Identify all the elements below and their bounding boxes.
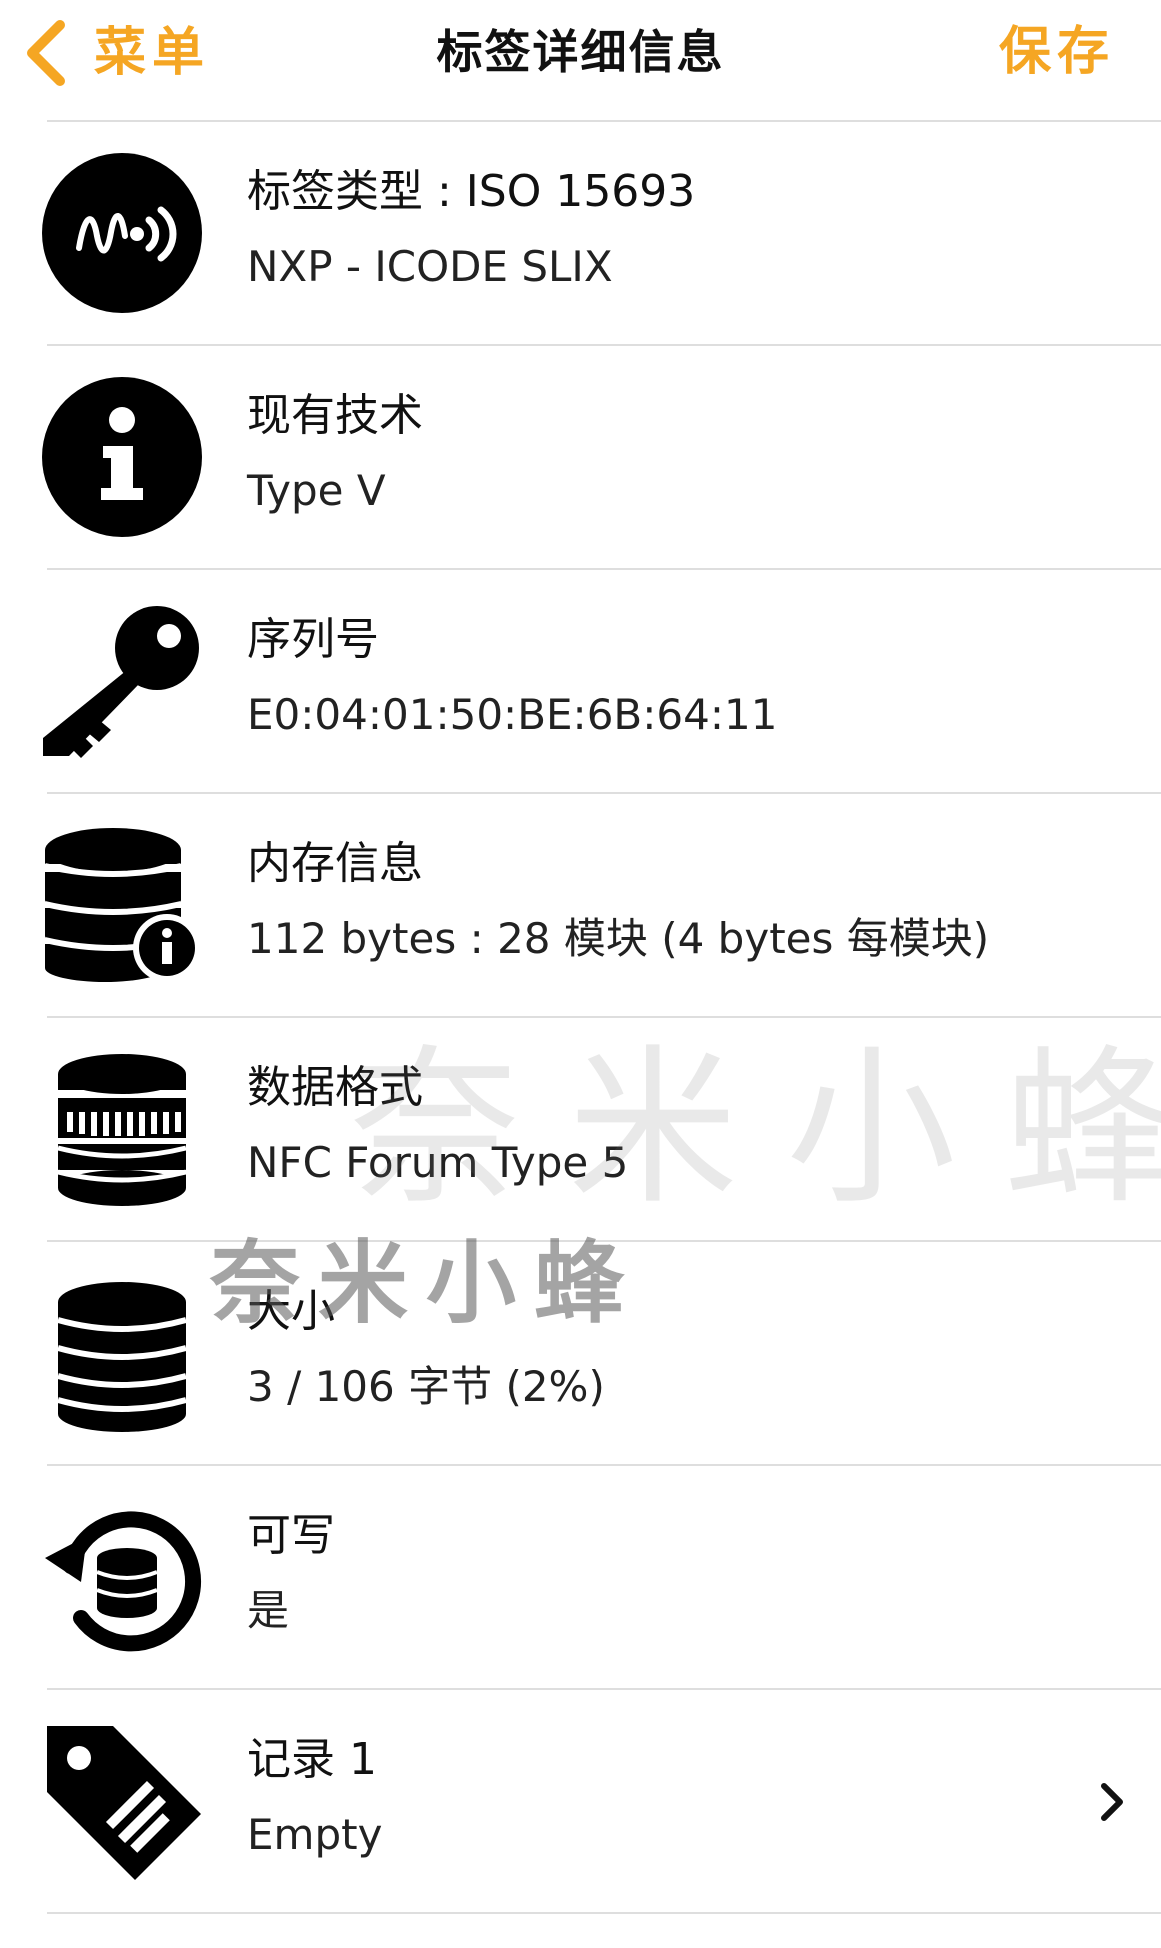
row-title: 序列号: [247, 614, 379, 665]
row-title: 可写: [247, 1510, 335, 1561]
nfc-tag-icon: [41, 152, 203, 314]
database-icon: [41, 1272, 203, 1434]
row-memory-info[interactable]: 内存信息 112 bytes : 28 模块 (4 bytes 每模块): [44, 794, 1161, 1018]
row-value: 3 / 106 字节 (2%): [247, 1362, 605, 1411]
tag-details-list: 标签类型 : ISO 15693 NXP - ICODE SLIX 现有技术 T…: [0, 122, 1161, 1914]
row-value: 是: [247, 1586, 290, 1635]
row-title: 数据格式: [247, 1062, 423, 1113]
key-icon: [41, 600, 203, 762]
row-title: 内存信息: [247, 838, 423, 889]
save-button[interactable]: 保存: [999, 22, 1115, 82]
data-format-icon: [41, 1048, 203, 1210]
row-serial-number[interactable]: 序列号 E0:04:01:50:BE:6B:64:11: [43, 570, 1161, 794]
row-data-format[interactable]: 数据格式 NFC Forum Type 5: [47, 1018, 1161, 1242]
row-title: 现有技术: [247, 390, 423, 441]
row-writable[interactable]: 可写 是: [45, 1466, 1161, 1690]
row-value: NFC Forum Type 5: [247, 1138, 629, 1187]
row-value: 112 bytes : 28 模块 (4 bytes 每模块): [247, 914, 990, 963]
page-title: 标签详细信息: [436, 25, 725, 79]
memory-info-icon: [41, 824, 203, 986]
row-value: Type V: [247, 466, 386, 515]
row-title: 记录 1: [247, 1734, 377, 1785]
writable-icon: [41, 1496, 203, 1658]
chevron-right-icon[interactable]: [1099, 1782, 1125, 1822]
record-tag-icon: [41, 1720, 203, 1882]
row-value: NXP - ICODE SLIX: [247, 242, 613, 291]
row-technologies[interactable]: 现有技术 Type V: [42, 346, 1161, 570]
navigation-bar: 菜单 标签详细信息 保存: [0, 0, 1161, 120]
info-icon: [41, 376, 203, 538]
row-tag-type[interactable]: 标签类型 : ISO 15693 NXP - ICODE SLIX: [42, 122, 1161, 346]
row-title: 标签类型 : ISO 15693: [247, 166, 696, 217]
row-value: E0:04:01:50:BE:6B:64:11: [247, 690, 778, 739]
row-size[interactable]: 大小 3 / 106 字节 (2%): [47, 1242, 1161, 1466]
row-value: Empty: [247, 1810, 383, 1859]
row-title: 大小: [247, 1286, 335, 1337]
row-record-1[interactable]: 记录 1 Empty: [47, 1690, 1161, 1914]
